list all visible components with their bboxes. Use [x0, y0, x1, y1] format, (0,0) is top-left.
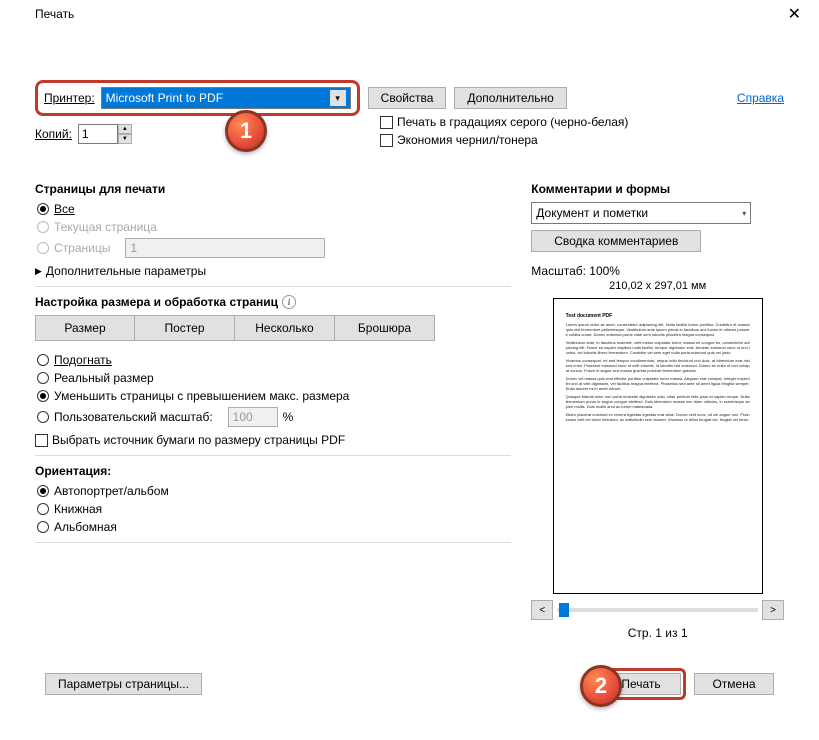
savetoner-label: Экономия чернил/тонера [397, 133, 538, 147]
shrink-radio[interactable] [37, 390, 49, 402]
orient-portrait-label: Книжная [54, 502, 102, 516]
orient-landscape-label: Альбомная [54, 520, 117, 534]
copies-spinner[interactable]: ▲ ▼ [78, 124, 132, 144]
shrink-label: Уменьшить страницы с превышением макс. р… [54, 389, 349, 403]
copies-label: Копий: [35, 127, 72, 141]
pages-more-label: Дополнительные параметры [46, 264, 206, 278]
pages-current-radio[interactable] [37, 221, 49, 233]
sizing-header: Настройка размера и обработка страниц [35, 295, 278, 309]
custom-scale-label: Пользовательский масштаб: [54, 410, 213, 424]
pages-header: Страницы для печати [35, 182, 511, 196]
preview-dimensions: 210,02 x 297,01 мм [531, 280, 784, 292]
help-link[interactable]: Справка [737, 91, 784, 105]
fit-label: Подогнать [54, 353, 112, 367]
comments-summary-button[interactable]: Сводка комментариев [531, 230, 701, 252]
preview-page-info: Стр. 1 из 1 [531, 626, 784, 640]
size-tab[interactable]: Размер [35, 315, 135, 341]
pages-more-toggle[interactable]: ▶ Дополнительные параметры [35, 264, 511, 278]
pages-range-label: Страницы [54, 241, 110, 255]
comments-selected: Документ и пометки [536, 206, 648, 220]
preview-prev-button[interactable]: < [531, 600, 553, 620]
callout-badge-2: 2 [580, 665, 622, 707]
paper-source-checkbox[interactable] [35, 434, 48, 447]
orientation-header: Ориентация: [35, 464, 511, 478]
chevron-down-icon: ▾ [742, 209, 746, 218]
info-icon[interactable]: i [282, 295, 296, 309]
preview-next-button[interactable]: > [762, 600, 784, 620]
chevron-down-icon: ▾ [330, 90, 346, 106]
savetoner-checkbox[interactable] [380, 134, 393, 147]
orient-portrait-radio[interactable] [37, 503, 49, 515]
preview-scale-label: Масштаб: 100% [531, 264, 784, 278]
actual-radio[interactable] [37, 372, 49, 384]
pages-current-label: Текущая страница [54, 220, 157, 234]
percent-label: % [283, 410, 294, 424]
callout-badge-1: 1 [225, 110, 267, 152]
properties-button[interactable]: Свойства [368, 87, 447, 109]
custom-scale-input[interactable] [228, 407, 278, 427]
copies-up[interactable]: ▲ [118, 124, 132, 134]
poster-tab[interactable]: Постер [135, 315, 235, 341]
orient-auto-radio[interactable] [37, 485, 49, 497]
print-dialog: Печать ✕ 1 2 Принтер: Microsoft Print to… [0, 0, 819, 740]
pages-range-radio[interactable] [37, 242, 49, 254]
grayscale-label: Печать в градациях серого (черно-белая) [397, 115, 628, 129]
orient-auto-label: Автопортрет/альбом [54, 484, 169, 498]
page-preview: Test document PDF Lorem ipsum dolor sit … [553, 298, 763, 594]
pages-range-input[interactable] [125, 238, 325, 258]
printer-selected-value: Microsoft Print to PDF [106, 91, 223, 105]
comments-select[interactable]: Документ и пометки ▾ [531, 202, 751, 224]
copies-down[interactable]: ▼ [118, 134, 132, 144]
comments-header: Комментарии и формы [531, 182, 784, 196]
printer-select[interactable]: Microsoft Print to PDF ▾ [101, 87, 351, 109]
sizing-mode-group: Размер Постер Несколько Брошюра [35, 315, 511, 341]
actual-label: Реальный размер [54, 371, 154, 385]
triangle-right-icon: ▶ [35, 266, 42, 277]
copies-input[interactable] [78, 124, 118, 144]
paper-source-label: Выбрать источник бумаги по размеру стран… [52, 433, 345, 447]
printer-label: Принтер: [44, 91, 95, 105]
orient-landscape-radio[interactable] [37, 521, 49, 533]
grayscale-checkbox[interactable] [380, 116, 393, 129]
cancel-button[interactable]: Отмена [694, 673, 774, 695]
page-setup-button[interactable]: Параметры страницы... [45, 673, 202, 695]
booklet-tab[interactable]: Брошюра [335, 315, 435, 341]
dialog-title: Печать [10, 7, 74, 21]
fit-radio[interactable] [37, 354, 49, 366]
close-icon[interactable]: ✕ [780, 4, 809, 24]
preview-doc-title: Test document PDF [566, 313, 750, 319]
custom-scale-radio[interactable] [37, 411, 49, 423]
titlebar: Печать ✕ [0, 0, 819, 28]
pages-all-radio[interactable] [37, 203, 49, 215]
pages-all-label: Все [54, 202, 75, 216]
multiple-tab[interactable]: Несколько [235, 315, 335, 341]
preview-slider[interactable] [557, 608, 758, 612]
advanced-button[interactable]: Дополнительно [454, 87, 566, 109]
printer-highlight-box: Принтер: Microsoft Print to PDF ▾ [35, 80, 360, 116]
